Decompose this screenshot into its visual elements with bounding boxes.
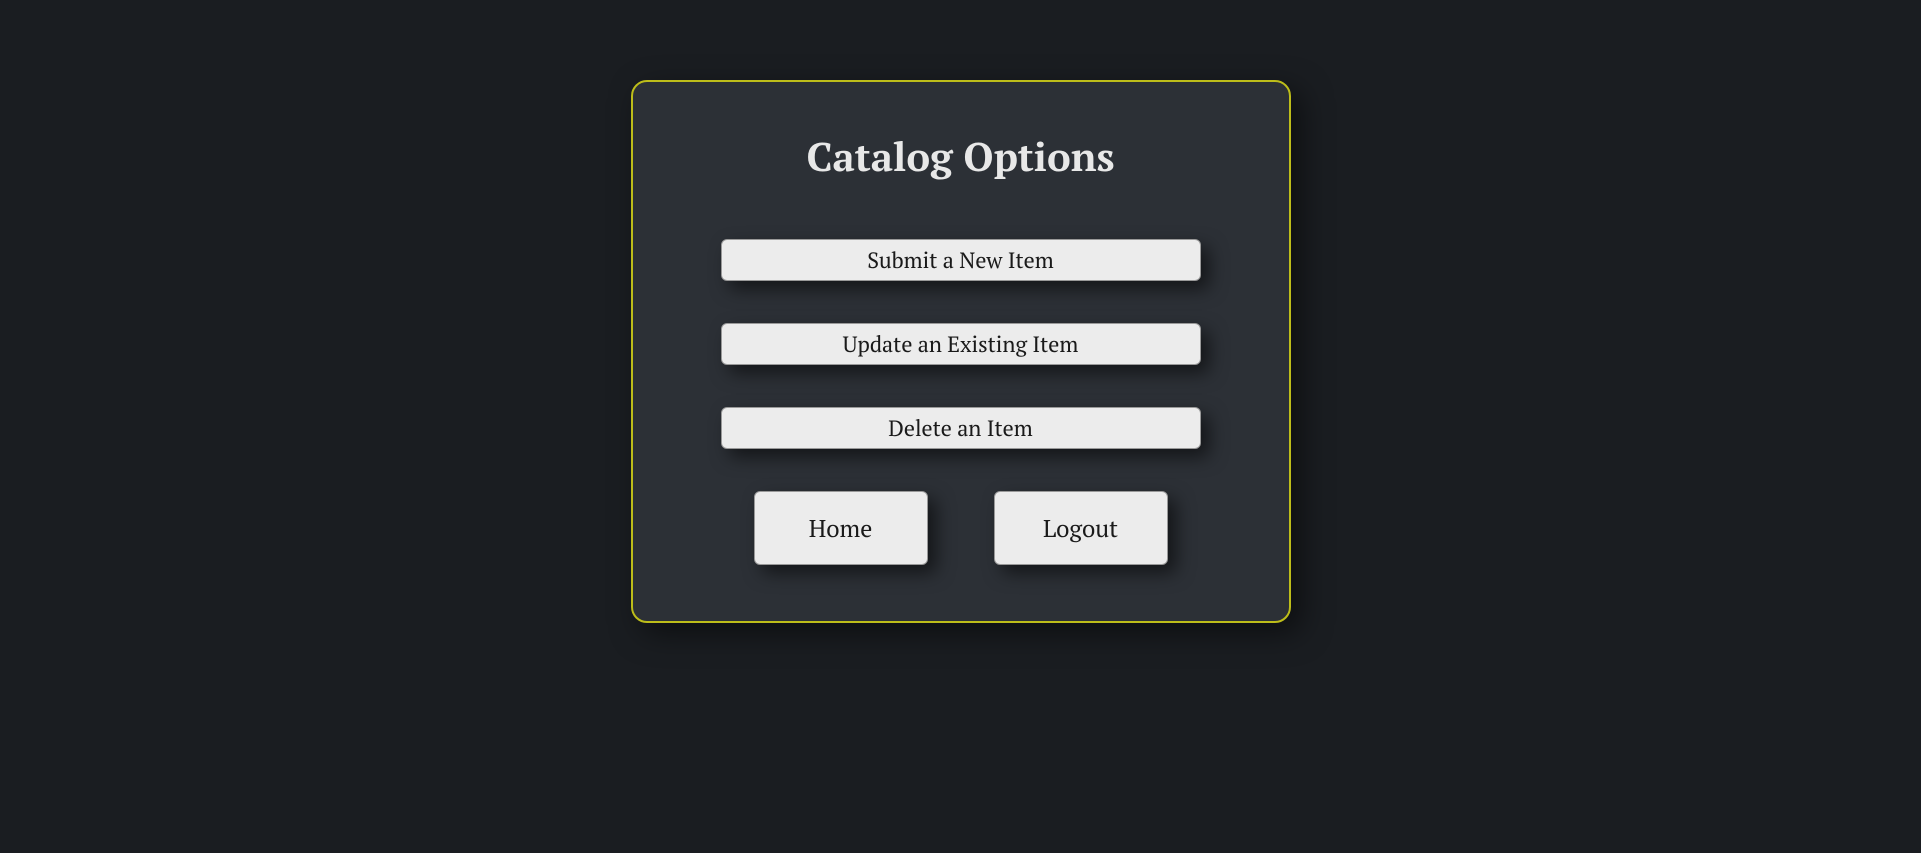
nav-row: Home Logout (754, 491, 1168, 565)
update-existing-item-button[interactable]: Update an Existing Item (721, 323, 1201, 365)
delete-item-button[interactable]: Delete an Item (721, 407, 1201, 449)
logout-button[interactable]: Logout (994, 491, 1168, 565)
submit-new-item-button[interactable]: Submit a New Item (721, 239, 1201, 281)
actions-group: Submit a New Item Update an Existing Ite… (673, 239, 1249, 449)
panel-title: Catalog Options (806, 130, 1114, 183)
home-button[interactable]: Home (754, 491, 928, 565)
catalog-options-panel: Catalog Options Submit a New Item Update… (631, 80, 1291, 623)
